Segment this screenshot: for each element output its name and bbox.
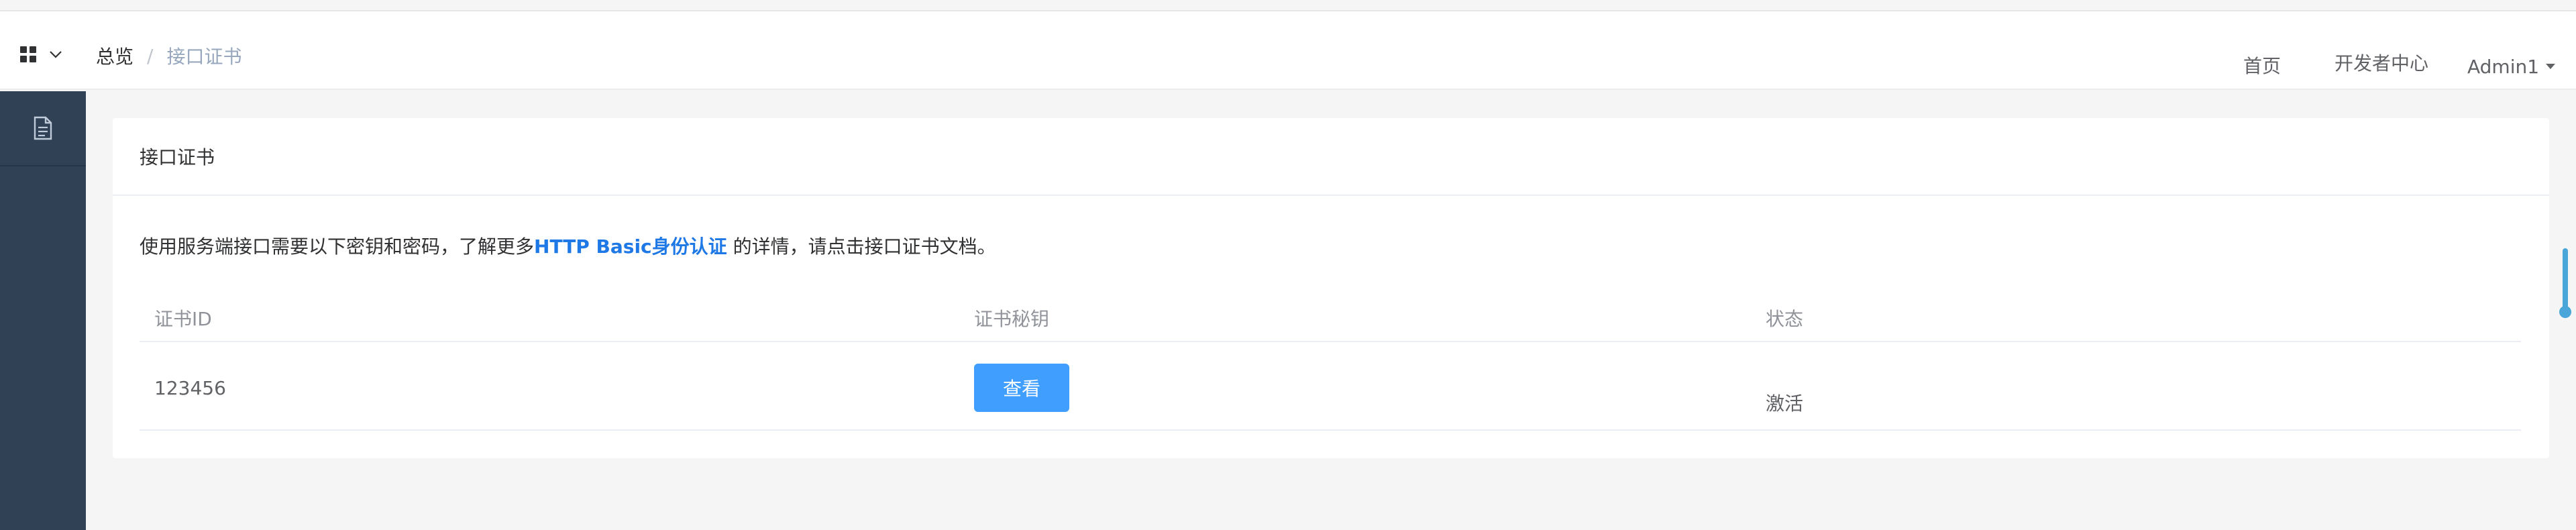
http-basic-auth-link[interactable]: HTTP Basic身份认证: [534, 235, 727, 258]
view-secret-button[interactable]: 查看: [974, 364, 1069, 412]
apps-menu-toggle[interactable]: [20, 42, 66, 66]
breadcrumb: 总览 / 接口证书: [96, 42, 241, 69]
breadcrumb-home[interactable]: 总览: [96, 42, 133, 69]
status-text: 激活: [1766, 392, 1804, 415]
certificate-table: 证书ID 证书秘钥 状态 123456 查看 激活: [140, 286, 2521, 431]
top-navbar: 总览 / 接口证书 首页 开发者中心 Admin1: [0, 11, 2576, 90]
nav-home-link[interactable]: 首页: [2243, 52, 2281, 81]
description-text: 使用服务端接口需要以下密钥和密码，了解更多: [140, 235, 535, 258]
column-header-id: 证书ID: [154, 308, 212, 330]
column-header-status: 状态: [1766, 308, 1804, 330]
chevron-down-icon: [50, 51, 62, 58]
user-name: Admin1: [2467, 55, 2540, 78]
nav-developer-link[interactable]: 开发者中心: [2334, 49, 2428, 78]
top-strip: [0, 0, 2576, 11]
description-suffix: 的详情，请点击接口证书文档。: [727, 235, 996, 258]
document-icon: [34, 116, 52, 140]
table-header-row: 证书ID 证书秘钥 状态: [140, 286, 2521, 342]
column-header-secret: 证书秘钥: [974, 308, 1050, 330]
table-row: 123456 查看 激活: [140, 342, 2521, 431]
sidebar: [0, 91, 86, 530]
sidebar-item-document[interactable]: [0, 91, 86, 166]
breadcrumb-current: 接口证书: [166, 46, 242, 68]
breadcrumb-separator: /: [147, 44, 154, 67]
scrollbar-knob[interactable]: [2559, 306, 2571, 318]
certificate-id: 123456: [154, 377, 226, 399]
certificate-card: 接口证书 使用服务端接口需要以下密钥和密码，了解更多HTTP Basic身份认证…: [113, 118, 2549, 458]
grid-icon: [20, 46, 36, 62]
card-title: 接口证书: [113, 118, 2549, 196]
user-menu[interactable]: Admin1: [2467, 52, 2556, 81]
card-description: 使用服务端接口需要以下密钥和密码，了解更多HTTP Basic身份认证 的详情，…: [140, 232, 996, 259]
caret-down-icon: [2546, 64, 2556, 69]
